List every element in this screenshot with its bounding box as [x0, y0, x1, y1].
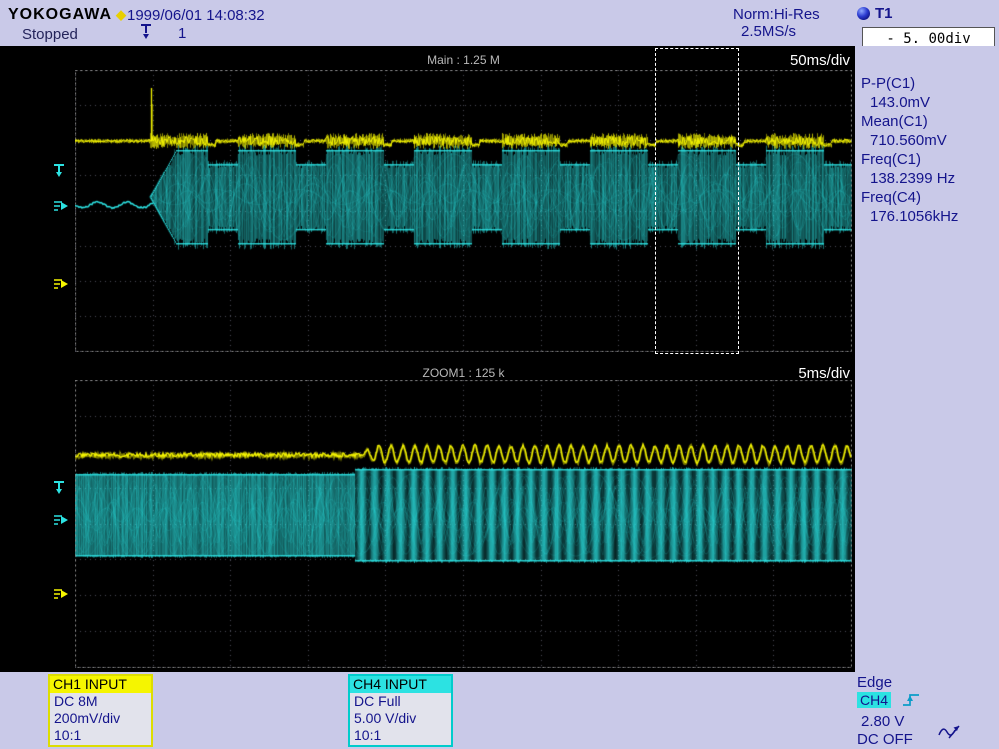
trigger-position-value: 1 — [178, 25, 186, 42]
ch1-scale: 200mV/div — [50, 710, 151, 727]
trigger-mode: Edge — [857, 674, 995, 692]
ground-marker-ch1-main[interactable] — [52, 277, 70, 295]
rising-edge-icon — [901, 695, 921, 712]
brand-logo: YOKOGAWA◆ — [8, 6, 127, 24]
measure-label: P-P(C1) — [861, 74, 999, 93]
measure-label: Freq(C1) — [861, 150, 999, 169]
measure-label: Freq(C4) — [861, 188, 999, 207]
trigger-source-badge: CH4 — [857, 692, 891, 708]
zoom-waveform-canvas — [75, 380, 852, 668]
ch1-coupling: DC 8M — [50, 693, 151, 710]
ground-marker-ch1-zoom[interactable] — [52, 587, 70, 605]
ch1-probe: 10:1 — [50, 727, 151, 744]
trigger-settings[interactable]: Edge CH4 2.80 V DC OFF — [857, 674, 995, 749]
sample-rate: 2.5MS/s — [741, 23, 796, 40]
t1-knob-icon — [857, 7, 870, 20]
ch4-coupling: DC Full — [350, 693, 451, 710]
brand-text: YOKOGAWA — [8, 6, 112, 23]
ch4-input-box[interactable]: CH4 INPUT DC Full 5.00 V/div 10:1 — [348, 674, 453, 747]
hold-off-waveform-icon — [937, 720, 963, 747]
ground-marker-ch4-zoom[interactable] — [52, 513, 70, 531]
t1-label: T1 — [875, 5, 893, 22]
trigger-level-marker-ch4-main[interactable] — [52, 162, 68, 183]
ch4-probe: 10:1 — [350, 727, 451, 744]
trigger-position-icon — [139, 23, 153, 46]
ch4-title: CH4 INPUT — [350, 676, 451, 693]
measure-label: Mean(C1) — [861, 112, 999, 131]
ch1-title: CH1 INPUT — [50, 676, 151, 693]
oscilloscope-display: YOKOGAWA◆ Stopped 1999/06/01 14:08:32 1 … — [0, 0, 999, 749]
ch4-scale: 5.00 V/div — [350, 710, 451, 727]
acquisition-status: Stopped — [22, 26, 78, 43]
ch1-input-box[interactable]: CH1 INPUT DC 8M 200mV/div 10:1 — [48, 674, 153, 747]
brand-diamond-icon: ◆ — [112, 7, 127, 22]
ground-marker-ch4-main[interactable] — [52, 199, 70, 217]
measure-value: 143.0mV — [861, 93, 999, 112]
zoom-window-box[interactable] — [655, 48, 739, 354]
datetime: 1999/06/01 14:08:32 — [127, 7, 265, 24]
channel-status-bar: CH1 INPUT DC 8M 200mV/div 10:1 CH4 INPUT… — [0, 672, 999, 749]
measure-value: 710.560mV — [861, 131, 999, 150]
header-bar: YOKOGAWA◆ Stopped 1999/06/01 14:08:32 1 … — [0, 0, 999, 46]
trigger-coupling: DC OFF — [857, 731, 995, 749]
measure-value: 176.1056kHz — [861, 207, 999, 226]
trigger-level-marker-ch4-zoom[interactable] — [52, 479, 68, 500]
waveform-screen: Main : 1.25 M 50ms/div ZOOM1 : 125 k 5ms… — [0, 46, 855, 672]
measure-value: 138.2399 Hz — [861, 169, 999, 188]
acquisition-mode: Norm:Hi-Res — [733, 6, 820, 23]
trigger-level: 2.80 V — [857, 713, 995, 731]
measurement-sidebar: P-P(C1) 143.0mV Mean(C1) 710.560mV Freq(… — [855, 46, 999, 672]
